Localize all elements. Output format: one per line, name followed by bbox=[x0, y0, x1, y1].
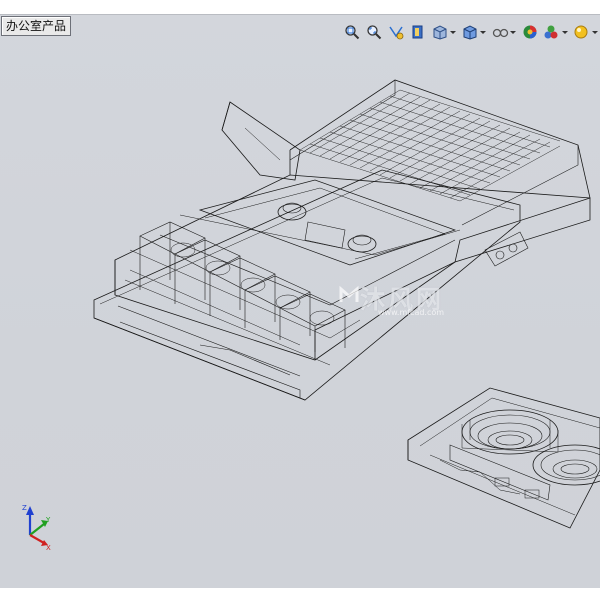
view-settings-icon[interactable] bbox=[572, 22, 600, 42]
axis-y-label: Y bbox=[45, 516, 51, 524]
view-orientation-icon[interactable] bbox=[430, 22, 458, 42]
heads-up-view-toolbar bbox=[342, 22, 600, 42]
appearance-icon[interactable] bbox=[520, 22, 540, 42]
axis-x-label: X bbox=[46, 544, 51, 552]
hide-show-icon[interactable] bbox=[490, 22, 518, 42]
window-bottom-strip bbox=[0, 588, 600, 600]
axis-z-label: Z bbox=[22, 504, 27, 512]
speaker-grille bbox=[299, 89, 561, 202]
watermark-url: www.mfcad.com bbox=[378, 308, 445, 317]
graphics-viewport[interactable]: Z Y X bbox=[0, 40, 600, 588]
scene-icon[interactable] bbox=[542, 22, 570, 42]
previous-view-icon[interactable] bbox=[386, 22, 406, 42]
cad-window: 办公室产品 Z Y X 沐风网 www.mfcad.com bbox=[0, 0, 600, 600]
window-top-strip bbox=[0, 0, 600, 15]
zoom-area-icon[interactable] bbox=[364, 22, 384, 42]
display-style-icon[interactable] bbox=[460, 22, 488, 42]
watermark: 沐风网 www.mfcad.com bbox=[338, 280, 498, 320]
mfcad-logo-icon bbox=[339, 285, 359, 302]
document-tab[interactable]: 办公室产品 bbox=[1, 16, 72, 36]
zoom-fit-icon[interactable] bbox=[342, 22, 362, 42]
section-view-icon[interactable] bbox=[408, 22, 428, 42]
coordinate-triad: Z Y X bbox=[22, 504, 51, 552]
cassette-recorder-model[interactable] bbox=[93, 79, 591, 401]
cassette-tape-model[interactable] bbox=[407, 387, 600, 529]
